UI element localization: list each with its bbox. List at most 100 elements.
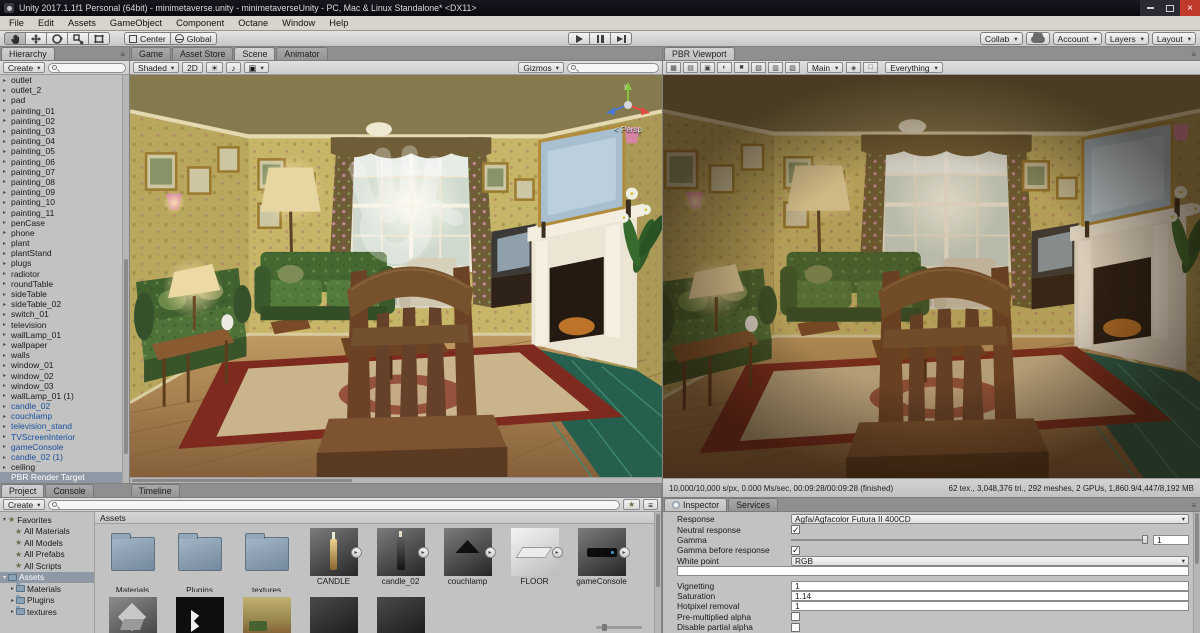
layers-button[interactable]: Layers ▾ bbox=[1104, 32, 1149, 45]
hierarchy-item[interactable]: ▸ phone bbox=[0, 228, 122, 238]
asset-item[interactable]: ▸ FLOOR bbox=[501, 528, 568, 592]
viewport-tool-icon[interactable]: ▦ bbox=[666, 62, 681, 73]
expand-arrow-icon[interactable]: ▸ bbox=[3, 199, 10, 206]
viewport-tool-icon[interactable]: ◈ bbox=[846, 62, 862, 73]
project-folder-item[interactable]: ▸ textures bbox=[0, 606, 94, 618]
maximize-button[interactable] bbox=[1160, 0, 1180, 16]
gamma-field[interactable]: 1 bbox=[1153, 534, 1189, 545]
hierarchy-item[interactable]: ▸ outlet bbox=[0, 75, 122, 85]
camera-dropdown[interactable]: Main ▾ bbox=[807, 62, 844, 73]
expand-badge-icon[interactable]: ▸ bbox=[484, 547, 496, 558]
step-button[interactable] bbox=[610, 32, 632, 45]
hierarchy-search-input[interactable] bbox=[48, 62, 126, 73]
hierarchy-item[interactable]: ▸ walls bbox=[0, 350, 122, 360]
tab-hierarchy[interactable]: Hierarchy bbox=[1, 47, 55, 60]
asset-item[interactable]: ▸ textures bbox=[233, 528, 300, 592]
expand-arrow-icon[interactable]: ▸ bbox=[3, 362, 10, 369]
expand-arrow-icon[interactable]: ▸ bbox=[3, 168, 10, 175]
collab-button[interactable]: Collab ▾ bbox=[979, 32, 1023, 45]
expand-arrow-icon[interactable]: ▸ bbox=[3, 454, 10, 461]
tab-asset-store[interactable]: Asset Store bbox=[171, 47, 234, 60]
menu-item[interactable]: GameObject bbox=[103, 18, 169, 28]
favorites-item[interactable]: ★ All Materials bbox=[0, 526, 94, 538]
favorite-filter-button[interactable]: ★ bbox=[622, 499, 641, 510]
tab-animator[interactable]: Animator bbox=[276, 47, 328, 60]
hierarchy-item[interactable]: ▸ painting_07 bbox=[0, 167, 122, 177]
unity-logo-thumbnail[interactable] bbox=[176, 597, 224, 633]
expand-arrow-icon[interactable]: ▸ bbox=[3, 219, 10, 226]
project-search-input[interactable] bbox=[48, 499, 620, 510]
hierarchy-item[interactable]: ▸ plant bbox=[0, 238, 122, 248]
slider-thumb[interactable] bbox=[1142, 535, 1148, 545]
hierarchy-item[interactable]: ▸ gameConsole bbox=[0, 442, 122, 452]
menu-item[interactable]: Assets bbox=[61, 18, 103, 28]
audio-toggle-button[interactable]: ♪ bbox=[226, 62, 241, 73]
hierarchy-item[interactable]: ▸ pad bbox=[0, 95, 122, 105]
pause-button[interactable] bbox=[589, 32, 611, 45]
hierarchy-item[interactable]: ▸ painting_02 bbox=[0, 116, 122, 126]
vignetting-field[interactable]: 1 bbox=[791, 580, 1189, 591]
hierarchy-item[interactable]: ▸ window_03 bbox=[0, 381, 122, 391]
asset-item[interactable]: ▸ gameConsole bbox=[568, 528, 635, 592]
favorites-item[interactable]: ★ All Scripts bbox=[0, 560, 94, 572]
viewport-tool-icon[interactable]: ■ bbox=[734, 62, 749, 73]
expand-arrow-icon[interactable]: ▸ bbox=[3, 189, 10, 196]
menu-item[interactable]: Window bbox=[275, 18, 322, 28]
hierarchy-item[interactable]: ▸ ceiling bbox=[0, 462, 122, 472]
neutral-response-checkbox[interactable] bbox=[791, 525, 800, 536]
scrollbar-thumb[interactable] bbox=[124, 258, 128, 455]
expand-arrow-icon[interactable]: ▸ bbox=[3, 331, 10, 338]
menu-item[interactable]: Help bbox=[322, 18, 355, 28]
tab-inspector[interactable]: Inspector bbox=[664, 498, 728, 511]
expand-arrow-icon[interactable]: ▸ bbox=[3, 433, 10, 440]
hierarchy-item[interactable]: ▸ TVScreenInterior bbox=[0, 432, 122, 442]
tab-timeline[interactable]: Timeline bbox=[130, 484, 180, 497]
rect-tool-button[interactable] bbox=[88, 32, 110, 45]
expand-arrow-icon[interactable]: ▸ bbox=[3, 77, 10, 84]
hierarchy-item[interactable]: ▸ television_stand bbox=[0, 421, 122, 431]
favorites-item[interactable]: ★ All Prefabs bbox=[0, 549, 94, 561]
hierarchy-item[interactable]: ▸ sideTable bbox=[0, 289, 122, 299]
expand-arrow-icon[interactable]: ▸ bbox=[3, 229, 10, 236]
favorites-root[interactable]: ▾ ★ Favorites bbox=[0, 514, 94, 526]
lighting-toggle-button[interactable]: ☀ bbox=[205, 62, 224, 73]
asset-item[interactable]: ▸ couchlamp bbox=[434, 528, 501, 592]
expand-arrow-icon[interactable]: ▸ bbox=[3, 321, 10, 328]
gizmos-dropdown[interactable]: Gizmos ▾ bbox=[518, 62, 564, 73]
hierarchy-item[interactable]: ▸ window_01 bbox=[0, 360, 122, 370]
project-folder-item[interactable]: ▸ Plugins bbox=[0, 594, 94, 607]
expand-arrow-icon[interactable]: ▸ bbox=[3, 128, 10, 135]
scrollbar-thumb[interactable] bbox=[132, 479, 352, 482]
hierarchy-item[interactable]: ▸ television bbox=[0, 320, 122, 330]
asset-thumbnail[interactable] bbox=[377, 597, 425, 633]
hierarchy-item[interactable]: ▸ painting_06 bbox=[0, 157, 122, 167]
hierarchy-item[interactable]: ▸ wallLamp_01 (1) bbox=[0, 391, 122, 401]
viewport-tool-icon[interactable]: ▥ bbox=[768, 62, 783, 73]
asset-thumbnail[interactable] bbox=[109, 597, 157, 633]
asset-item[interactable]: ▸ Plugins bbox=[166, 528, 233, 592]
menu-item[interactable]: File bbox=[2, 18, 31, 28]
space-toggle-button[interactable]: Global bbox=[169, 32, 217, 45]
project-create-button[interactable]: Create ▾ bbox=[3, 499, 46, 510]
hierarchy-item[interactable]: ▸ painting_08 bbox=[0, 177, 122, 187]
hierarchy-item[interactable]: ▸ plantStand bbox=[0, 248, 122, 258]
expand-arrow-icon[interactable]: ▸ bbox=[3, 250, 10, 257]
expand-arrow-icon[interactable]: ▸ bbox=[3, 311, 10, 318]
hierarchy-item[interactable]: ▸ outlet_2 bbox=[0, 85, 122, 95]
tab-pbr-viewport[interactable]: PBR Viewport bbox=[664, 47, 735, 60]
hierarchy-item[interactable]: ▸ painting_01 bbox=[0, 106, 122, 116]
viewport-tool-icon[interactable]: ▣ bbox=[700, 62, 715, 73]
hierarchy-item[interactable]: ▸ couchlamp bbox=[0, 411, 122, 421]
hand-tool-button[interactable] bbox=[4, 32, 26, 45]
expand-arrow-icon[interactable]: ▸ bbox=[3, 158, 10, 165]
disable-partial-alpha-checkbox[interactable] bbox=[791, 622, 800, 632]
hierarchy-item[interactable]: ▸ painting_09 bbox=[0, 187, 122, 197]
tab-scene[interactable]: Scene bbox=[234, 47, 276, 60]
texture-thumbnail[interactable] bbox=[243, 597, 291, 633]
panel-menu-icon[interactable]: ≡ bbox=[1191, 50, 1196, 59]
2d-toggle-button[interactable]: 2D bbox=[182, 62, 203, 73]
tab-services[interactable]: Services bbox=[728, 498, 778, 511]
expand-arrow-icon[interactable]: ▸ bbox=[3, 372, 10, 379]
panel-menu-icon[interactable]: ≡ bbox=[1191, 501, 1196, 510]
scene-search-input[interactable] bbox=[567, 62, 659, 73]
